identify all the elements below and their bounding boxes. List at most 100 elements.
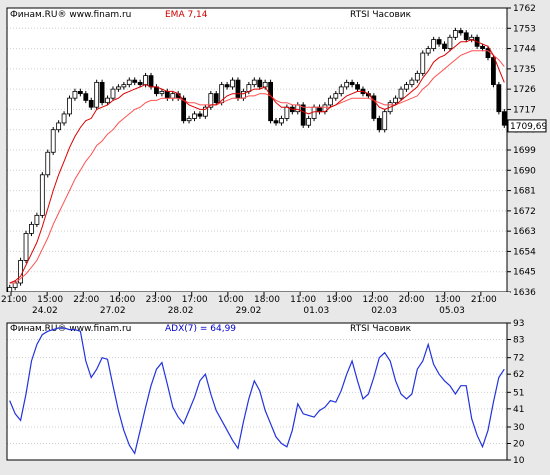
price-tick-label: 1690	[513, 166, 536, 176]
candle-body	[376, 118, 382, 131]
adx-tick-label: 30	[513, 423, 525, 433]
candle-body	[300, 104, 306, 126]
candle-body	[159, 90, 165, 95]
time-tick-label: 16:00	[109, 295, 135, 305]
candle-body	[23, 232, 29, 261]
candle-body	[333, 93, 339, 99]
price-tick-label: 1645	[513, 268, 536, 278]
candle-body	[94, 81, 100, 108]
candle-body	[327, 97, 333, 106]
candle-body	[83, 93, 89, 101]
candle-body	[317, 106, 322, 113]
candle-body	[67, 97, 72, 115]
adx-tick-label: 83	[513, 336, 524, 346]
candle-body	[273, 120, 279, 124]
price-tick-label: 1636	[513, 288, 536, 298]
candle-body	[105, 97, 110, 104]
candle-body	[224, 84, 230, 88]
adx-tick-label: 72	[513, 354, 524, 364]
candle-body	[501, 111, 507, 126]
candle-body	[148, 75, 154, 88]
candle-body	[192, 113, 197, 119]
time-tick-label: 21:00	[471, 295, 497, 305]
adx-tick-label: 51	[513, 388, 524, 398]
candle-body	[137, 81, 143, 86]
date-tick-label: 28.02	[168, 306, 194, 316]
price-indicator-label: EMA 7,14	[165, 10, 208, 20]
price-panel: Финам.RU® www.finam.ru EMA 7,14 RTSI Час…	[6, 4, 547, 298]
adx-instrument-label: RTSI Часовик	[350, 324, 412, 334]
candle-body	[491, 57, 496, 86]
date-tick-label: 01.03	[303, 306, 329, 316]
candle-body	[34, 214, 40, 225]
adx-tick-label: 93	[513, 319, 524, 329]
date-tick-label: 24.02	[32, 306, 58, 316]
candle-body	[414, 72, 420, 81]
chart-canvas: Финам.RU® www.finam.ru EMA 7,14 RTSI Час…	[0, 0, 550, 470]
adx-plot-area	[7, 323, 507, 460]
candle-body	[431, 39, 437, 49]
price-source-label: Финам.RU® www.finam.ru	[10, 10, 131, 20]
candle-body	[99, 81, 105, 104]
candle-body	[77, 90, 83, 95]
candle-body	[116, 86, 121, 90]
candle-body	[186, 118, 192, 122]
time-tick-label: 21:00	[1, 295, 27, 305]
candle-body	[61, 113, 67, 124]
candle-body	[213, 93, 219, 104]
candle-body	[45, 151, 51, 176]
adx-tick-label: 10	[513, 456, 525, 466]
price-tick-label: 1699	[513, 146, 536, 156]
candle-body	[235, 79, 241, 99]
price-tick-label: 1681	[513, 187, 536, 197]
candle-body	[132, 79, 138, 83]
candle-body	[230, 79, 235, 88]
candle-body	[436, 39, 442, 45]
candle-body	[143, 75, 148, 86]
candle-body	[404, 84, 409, 90]
time-tick-label: 10:00	[218, 295, 244, 305]
adx-tick-label: 41	[513, 405, 524, 415]
candle-body	[50, 129, 56, 153]
candle-body	[262, 81, 268, 88]
date-tick-label: 27.02	[100, 306, 126, 316]
time-tick-label: 17:00	[182, 295, 208, 305]
candle-body	[7, 287, 13, 293]
candle-body	[12, 282, 18, 288]
date-tick-label: 29.02	[236, 306, 262, 316]
candle-body	[463, 32, 469, 40]
candle-body	[306, 118, 312, 126]
price-tick-label: 1654	[513, 247, 536, 257]
time-tick-label: 11:00	[290, 295, 316, 305]
candle-body	[496, 84, 502, 113]
adx-tick-label: 20	[513, 439, 525, 449]
time-tick-label: 18:00	[254, 295, 280, 305]
date-tick-label: 02.03	[371, 306, 397, 316]
candle-body	[29, 223, 34, 234]
candle-body	[393, 97, 398, 104]
candle-body	[349, 81, 355, 86]
price-tick-label: 1753	[513, 24, 536, 34]
date-tick-label: 05.03	[439, 306, 465, 316]
candle-body	[442, 43, 447, 49]
price-tick-label: 1717	[513, 105, 536, 115]
candle-body	[56, 122, 62, 131]
candle-body	[88, 100, 94, 108]
candle-body	[344, 81, 350, 88]
candle-body	[164, 90, 170, 99]
candle-body	[458, 30, 464, 34]
time-tick-label: 12:00	[362, 295, 388, 305]
price-tick-label: 1744	[513, 45, 536, 55]
time-tick-label: 15:00	[37, 295, 63, 305]
candle-body	[382, 111, 388, 131]
adx-indicator-label: ADX(7) = 64,99	[165, 324, 236, 334]
candle-body	[39, 174, 45, 216]
price-tick-label: 1663	[513, 227, 536, 237]
chart-window: Финам.RU® www.finam.ru EMA 7,14 RTSI Час…	[0, 0, 550, 470]
candle-body	[355, 84, 360, 90]
time-tick-label: 23:00	[146, 295, 172, 305]
candle-body	[409, 79, 415, 86]
candle-body	[338, 86, 344, 95]
time-axis: 21:00 15:00 22:00 16:00 23:00 17:00 10:00 18:00…	[0, 292, 510, 316]
candle-body	[257, 79, 263, 88]
